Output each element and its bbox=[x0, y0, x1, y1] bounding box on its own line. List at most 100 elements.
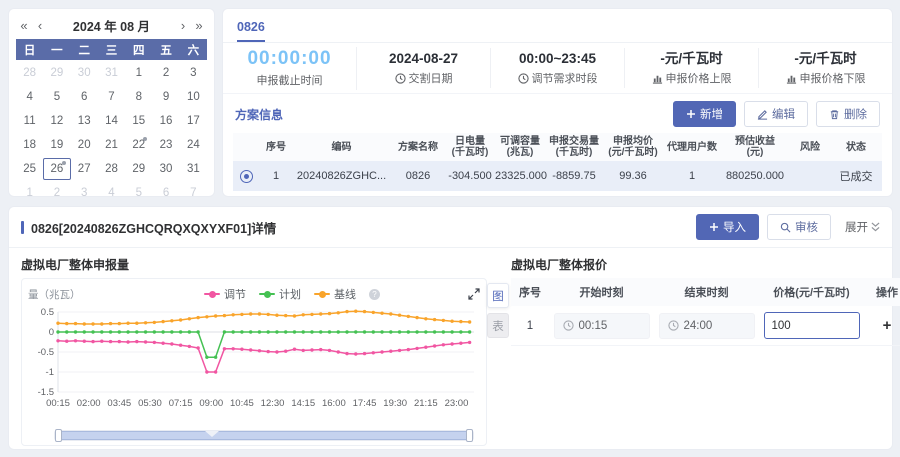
delivery-date-value: 2024-08-27 bbox=[361, 50, 486, 67]
calendar-day[interactable]: 28 bbox=[16, 62, 43, 84]
calendar-day[interactable]: 14 bbox=[98, 110, 125, 132]
calendar-day[interactable]: 31 bbox=[98, 62, 125, 84]
calendar-day[interactable]: 4 bbox=[98, 182, 125, 204]
calendar-day[interactable]: 2 bbox=[152, 62, 179, 84]
event-dot-icon bbox=[143, 137, 147, 141]
calendar-day[interactable]: 18 bbox=[16, 134, 43, 156]
calendar-day[interactable]: 25 bbox=[16, 158, 43, 180]
calendar-day[interactable]: 22 bbox=[125, 134, 152, 156]
zoom-handle-right[interactable] bbox=[466, 429, 473, 442]
calendar-day[interactable]: 2 bbox=[43, 182, 70, 204]
edit-icon bbox=[757, 109, 768, 120]
plan-cell: 880250.000 bbox=[720, 161, 790, 191]
calendar-day[interactable]: 24 bbox=[180, 134, 207, 156]
zoom-handle-left[interactable] bbox=[55, 429, 62, 442]
plan-table-row[interactable]: 120240826ZGHC...0826-304.50023325.000-88… bbox=[233, 161, 882, 191]
price-lower-value: -元/千瓦时 bbox=[763, 50, 888, 67]
review-button[interactable]: 审核 bbox=[767, 214, 831, 240]
start-time-picker[interactable]: 00:15 bbox=[554, 313, 650, 339]
calendar-day[interactable]: 8 bbox=[125, 86, 152, 108]
calendar-day[interactable]: 3 bbox=[180, 62, 207, 84]
calendar-day[interactable]: 20 bbox=[71, 134, 98, 156]
calendar-day[interactable]: 6 bbox=[71, 86, 98, 108]
add-button[interactable]: 新增 bbox=[673, 101, 736, 127]
prev-month-button[interactable]: ‹ bbox=[32, 18, 48, 33]
clock-icon bbox=[563, 320, 574, 331]
calendar-day[interactable]: 12 bbox=[43, 110, 70, 132]
legend-item-adjust[interactable]: 调节 bbox=[204, 286, 246, 302]
calendar-day[interactable]: 13 bbox=[71, 110, 98, 132]
calendar-day[interactable]: 4 bbox=[16, 86, 43, 108]
calendar-day[interactable]: 28 bbox=[98, 158, 125, 180]
calendar-day[interactable]: 15 bbox=[125, 110, 152, 132]
calendar-day[interactable]: 3 bbox=[71, 182, 98, 204]
import-button[interactable]: 导入 bbox=[696, 214, 759, 240]
plan-col-header: 代理用户数 bbox=[664, 133, 720, 161]
volume-section: 虚拟电厂整体申报量 量（兆瓦） 调节 计划 bbox=[21, 253, 487, 446]
volume-chart[interactable]: 0.50-0.5-1-1.500:1502:0003:4505:3007:150… bbox=[28, 304, 480, 422]
next-year-button[interactable]: » bbox=[191, 18, 207, 33]
price-row-seq: 1 bbox=[511, 306, 549, 346]
svg-text:0.5: 0.5 bbox=[41, 307, 54, 318]
volume-tab-chart[interactable]: 图 bbox=[487, 283, 509, 308]
calendar-day[interactable]: 26 bbox=[43, 158, 70, 180]
legend-item-plan[interactable]: 计划 bbox=[259, 286, 301, 302]
fullscreen-icon[interactable] bbox=[468, 288, 480, 300]
edit-button[interactable]: 编辑 bbox=[744, 101, 808, 127]
calendar-grid: 2829303112345678910111213141516171819202… bbox=[16, 60, 207, 204]
calendar-day[interactable]: 29 bbox=[43, 62, 70, 84]
row-radio-selected[interactable] bbox=[240, 170, 253, 183]
calendar-day[interactable]: 19 bbox=[43, 134, 70, 156]
price-input[interactable] bbox=[764, 312, 860, 339]
end-time-picker[interactable]: 24:00 bbox=[659, 313, 755, 339]
calendar-day[interactable]: 6 bbox=[152, 182, 179, 204]
delete-button[interactable]: 删除 bbox=[816, 101, 880, 127]
calendar-day[interactable]: 17 bbox=[180, 110, 207, 132]
svg-text:10:45: 10:45 bbox=[230, 398, 254, 409]
detail-panel: 0826[20240826ZGHCQRQXQXYXF01]详情 导入 审核 展开… bbox=[8, 206, 893, 450]
tab-0826[interactable]: 0826 bbox=[237, 20, 265, 42]
price-col-seq: 序号 bbox=[511, 278, 549, 306]
next-month-button[interactable]: › bbox=[175, 18, 191, 33]
price-section: 虚拟电厂整体报价 序号 开始时刻 结束时刻 价格(元/千瓦时) 操作 1 bbox=[509, 253, 900, 446]
chart-zoom-slider[interactable] bbox=[54, 430, 474, 441]
stat-deadline: 00:00:00 申报截止时间 bbox=[223, 47, 357, 90]
info-icon[interactable]: ? bbox=[369, 289, 380, 300]
legend-item-baseline[interactable]: 基线 bbox=[314, 286, 356, 302]
calendar-day[interactable]: 30 bbox=[71, 62, 98, 84]
calendar-day[interactable]: 1 bbox=[16, 182, 43, 204]
calendar-day[interactable]: 10 bbox=[180, 86, 207, 108]
calendar-day[interactable]: 30 bbox=[152, 158, 179, 180]
volume-view-tabs: 图 表 bbox=[487, 253, 509, 446]
calendar-day[interactable]: 29 bbox=[125, 158, 152, 180]
plan-cell: 20240826ZGHC... bbox=[293, 161, 390, 191]
calendar-day[interactable]: 7 bbox=[180, 182, 207, 204]
plan-col-header: 申报均价(元/千瓦时) bbox=[602, 133, 664, 161]
prev-year-button[interactable]: « bbox=[16, 18, 32, 33]
add-row-button[interactable]: + bbox=[883, 317, 892, 334]
clock-icon bbox=[668, 320, 679, 331]
expand-button[interactable]: 展开 bbox=[845, 219, 880, 235]
price-col-end: 结束时刻 bbox=[654, 278, 759, 306]
calendar-day[interactable]: 23 bbox=[152, 134, 179, 156]
plus-icon bbox=[686, 109, 696, 119]
calendar-day[interactable]: 7 bbox=[98, 86, 125, 108]
plan-col-header: 预估收益(元) bbox=[720, 133, 790, 161]
svg-text:07:15: 07:15 bbox=[169, 398, 193, 409]
calendar-day[interactable]: 9 bbox=[152, 86, 179, 108]
calendar-day[interactable]: 21 bbox=[98, 134, 125, 156]
weekday-label: 四 bbox=[125, 42, 152, 58]
zoom-slider-range[interactable] bbox=[58, 431, 470, 440]
calendar-day[interactable]: 11 bbox=[16, 110, 43, 132]
double-chevron-down-icon bbox=[871, 222, 880, 232]
weekday-label: 一 bbox=[43, 42, 70, 58]
calendar-day[interactable]: 1 bbox=[125, 62, 152, 84]
calendar-day[interactable]: 31 bbox=[180, 158, 207, 180]
calendar-day[interactable]: 16 bbox=[152, 110, 179, 132]
volume-tab-table[interactable]: 表 bbox=[487, 313, 509, 338]
legend-line-icon bbox=[259, 293, 275, 295]
calendar-day[interactable]: 5 bbox=[125, 182, 152, 204]
plan-table: 序号编码方案名称日电量(千瓦时)可调容量(兆瓦)申报交易量(千瓦时)申报均价(元… bbox=[233, 133, 882, 191]
calendar-day[interactable]: 5 bbox=[43, 86, 70, 108]
calendar-day[interactable]: 27 bbox=[71, 158, 98, 180]
